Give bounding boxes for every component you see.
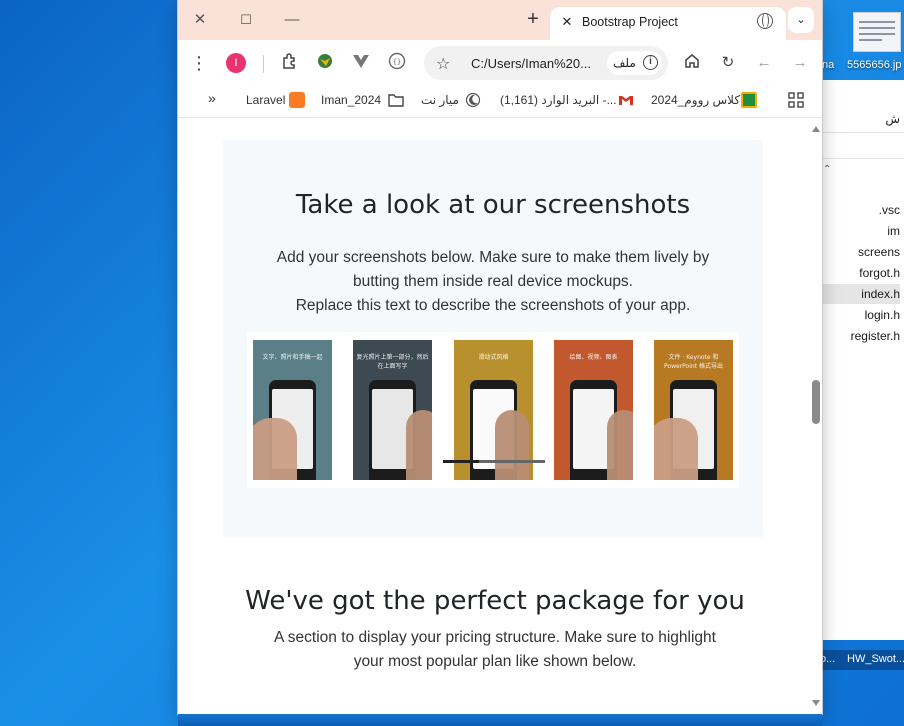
screenshots-desc-line: butting them inside real device mockups. [352,273,633,290]
hand-image [607,410,633,480]
new-tab-plus-icon[interactable]: + [521,8,545,32]
hand-image [406,410,432,480]
site-info-label: ملف [613,56,636,70]
folder-icon [388,92,404,108]
bookmark-item[interactable]: ميار نت [421,93,459,107]
globe-extension-icon[interactable] [314,52,336,74]
pricing-desc-line: A section to display your pricing struct… [274,629,716,646]
address-bar[interactable]: ☆ C:/Users/Iman%20... ملف i [424,46,668,80]
explorer-file-item[interactable]: im [887,221,900,241]
scroll-thumb[interactable] [812,380,820,424]
bookmark-star-icon[interactable]: ☆ [436,54,450,74]
screenshot-caption: 滑动式风格 [478,354,509,361]
browser-toolbar: ⋮ I {} ☆ C:/Users/Iman%20... ملف i ↻ ← → [178,40,822,84]
screenshots-heading: Take a look at our screenshots [295,190,691,220]
toolbar-divider [263,55,264,73]
info-icon: i [643,55,658,70]
page-viewport: Take a look at our screenshots Add your … [178,120,812,714]
explorer-file-item[interactable]: forgot.h [859,263,900,283]
moon-icon [465,92,481,108]
address-url[interactable]: C:/Users/Iman%20... [471,56,591,71]
hand-image [253,418,297,480]
xampp-icon [289,92,305,108]
app-screenshot: 绘图、视频、图表 [554,340,633,480]
explorer-header-label: ش [885,112,900,126]
globe-icon [757,13,773,29]
forward-arrow-icon[interactable]: → [789,52,811,74]
explorer-file-item[interactable]: login.h [865,305,900,325]
explorer-file-item[interactable]: screens [858,242,900,262]
profile-avatar[interactable]: I [226,53,246,73]
hand-image [654,418,698,480]
close-tab-icon[interactable]: ✕ [558,13,576,31]
screenshot-caption: 文件 · Keynote 和 PowerPoint 格式导出 [664,354,723,370]
tab-strip: ✕ ☐ — + ✕ Bootstrap Project ⌄ [178,0,822,40]
taskbar-item-label[interactable]: o... [820,653,835,665]
screenshots-desc-line: Replace this text to describe the screen… [295,297,691,314]
screenshots-description: Add your screenshots below. Make sure to… [253,246,733,318]
chevron-up-icon[interactable]: ⌃ [823,164,831,175]
desktop-partial-label[interactable]: na [822,59,834,71]
app-screenshot: 复光照片上第一部分，然后在上面写字 [353,340,432,480]
reload-icon[interactable]: ↻ [717,52,739,74]
pricing-description: A section to display your pricing struct… [238,626,752,674]
bookmarks-overflow-icon[interactable]: » [208,90,216,106]
apps-grid-icon[interactable] [788,92,804,108]
extensions-puzzle-icon[interactable] [279,52,301,74]
app-screenshot: 文字、照片和手稿一起 [253,340,332,480]
screenshot-caption: 复光照片上第一部分，然后在上面写字 [356,354,429,370]
tab-title: Bootstrap Project [582,15,678,29]
explorer-file-item[interactable]: .vsc [879,200,900,220]
screenshot-caption: 文字、照片和手稿一起 [262,354,323,361]
close-window-icon[interactable]: ✕ [188,8,212,32]
hand-image [495,410,529,480]
maximize-window-icon[interactable]: ☐ [234,8,258,32]
app-screenshot: 文件 · Keynote 和 PowerPoint 格式导出 [654,340,733,480]
page-scrollbar[interactable] [809,120,822,714]
carousel-indicator[interactable] [443,460,545,463]
classroom-icon [741,92,757,108]
screenshots-section: Take a look at our screenshots Add your … [223,140,763,537]
taskbar-item-label[interactable]: HW_Swot... [847,653,904,665]
home-icon[interactable] [681,52,703,74]
bookmarks-bar: » Laravel Iman_2024 ميار نت البريد الوار… [178,84,822,118]
bookmark-item[interactable]: كلاس رووم_2024 [651,93,740,107]
bookmark-item[interactable]: البريد الوارد (1,161) -... [500,93,617,107]
pricing-heading: We've got the perfect package for you [245,586,745,616]
pricing-desc-line: your most popular plan like shown below. [353,653,637,670]
tab-bootstrap-project[interactable]: ✕ Bootstrap Project [550,7,786,40]
svg-text:{}: {} [393,58,401,66]
app-screenshot: 滑动式风格 [454,340,533,480]
menu-dots-icon[interactable]: ⋮ [188,52,210,74]
desktop-file-thumbnail[interactable] [853,12,901,52]
screenshots-carousel[interactable]: 文字、照片和手稿一起 复光照片上第一部分，然后在上面写字 滑动式风格 绘图、视频… [247,332,739,488]
bookmark-item[interactable]: Laravel [246,93,285,107]
minimize-window-icon[interactable]: — [280,8,304,32]
scroll-up-arrow-icon[interactable] [812,126,820,132]
bookmark-item[interactable]: Iman_2024 [321,93,381,107]
vue-devtools-icon[interactable] [350,52,372,74]
explorer-file-item-selected[interactable]: index.h [821,284,900,304]
site-info-chip[interactable]: ملف i [607,51,662,75]
file-explorer-window: ش ⌃ .vsc im screens forgot.h index.h log… [820,80,904,640]
tab-search-chevron-icon[interactable]: ⌄ [788,7,814,33]
scroll-down-arrow-icon[interactable] [812,700,820,706]
desktop-strip [178,714,822,726]
screenshot-caption: 绘图、视频、图表 [569,354,618,361]
back-arrow-icon[interactable]: ← [753,52,775,74]
explorer-file-item[interactable]: register.h [851,326,900,346]
desktop-file-label[interactable]: 5565656.jp [847,59,901,71]
code-extension-icon[interactable]: {} [386,52,408,74]
browser-window: ✕ ☐ — + ✕ Bootstrap Project ⌄ ⋮ I {} ☆ C… [178,0,822,714]
screenshots-desc-line: Add your screenshots below. Make sure to… [276,249,710,266]
taskbar-strip: o... HW_Swot... [820,650,904,670]
gmail-icon [618,92,634,108]
